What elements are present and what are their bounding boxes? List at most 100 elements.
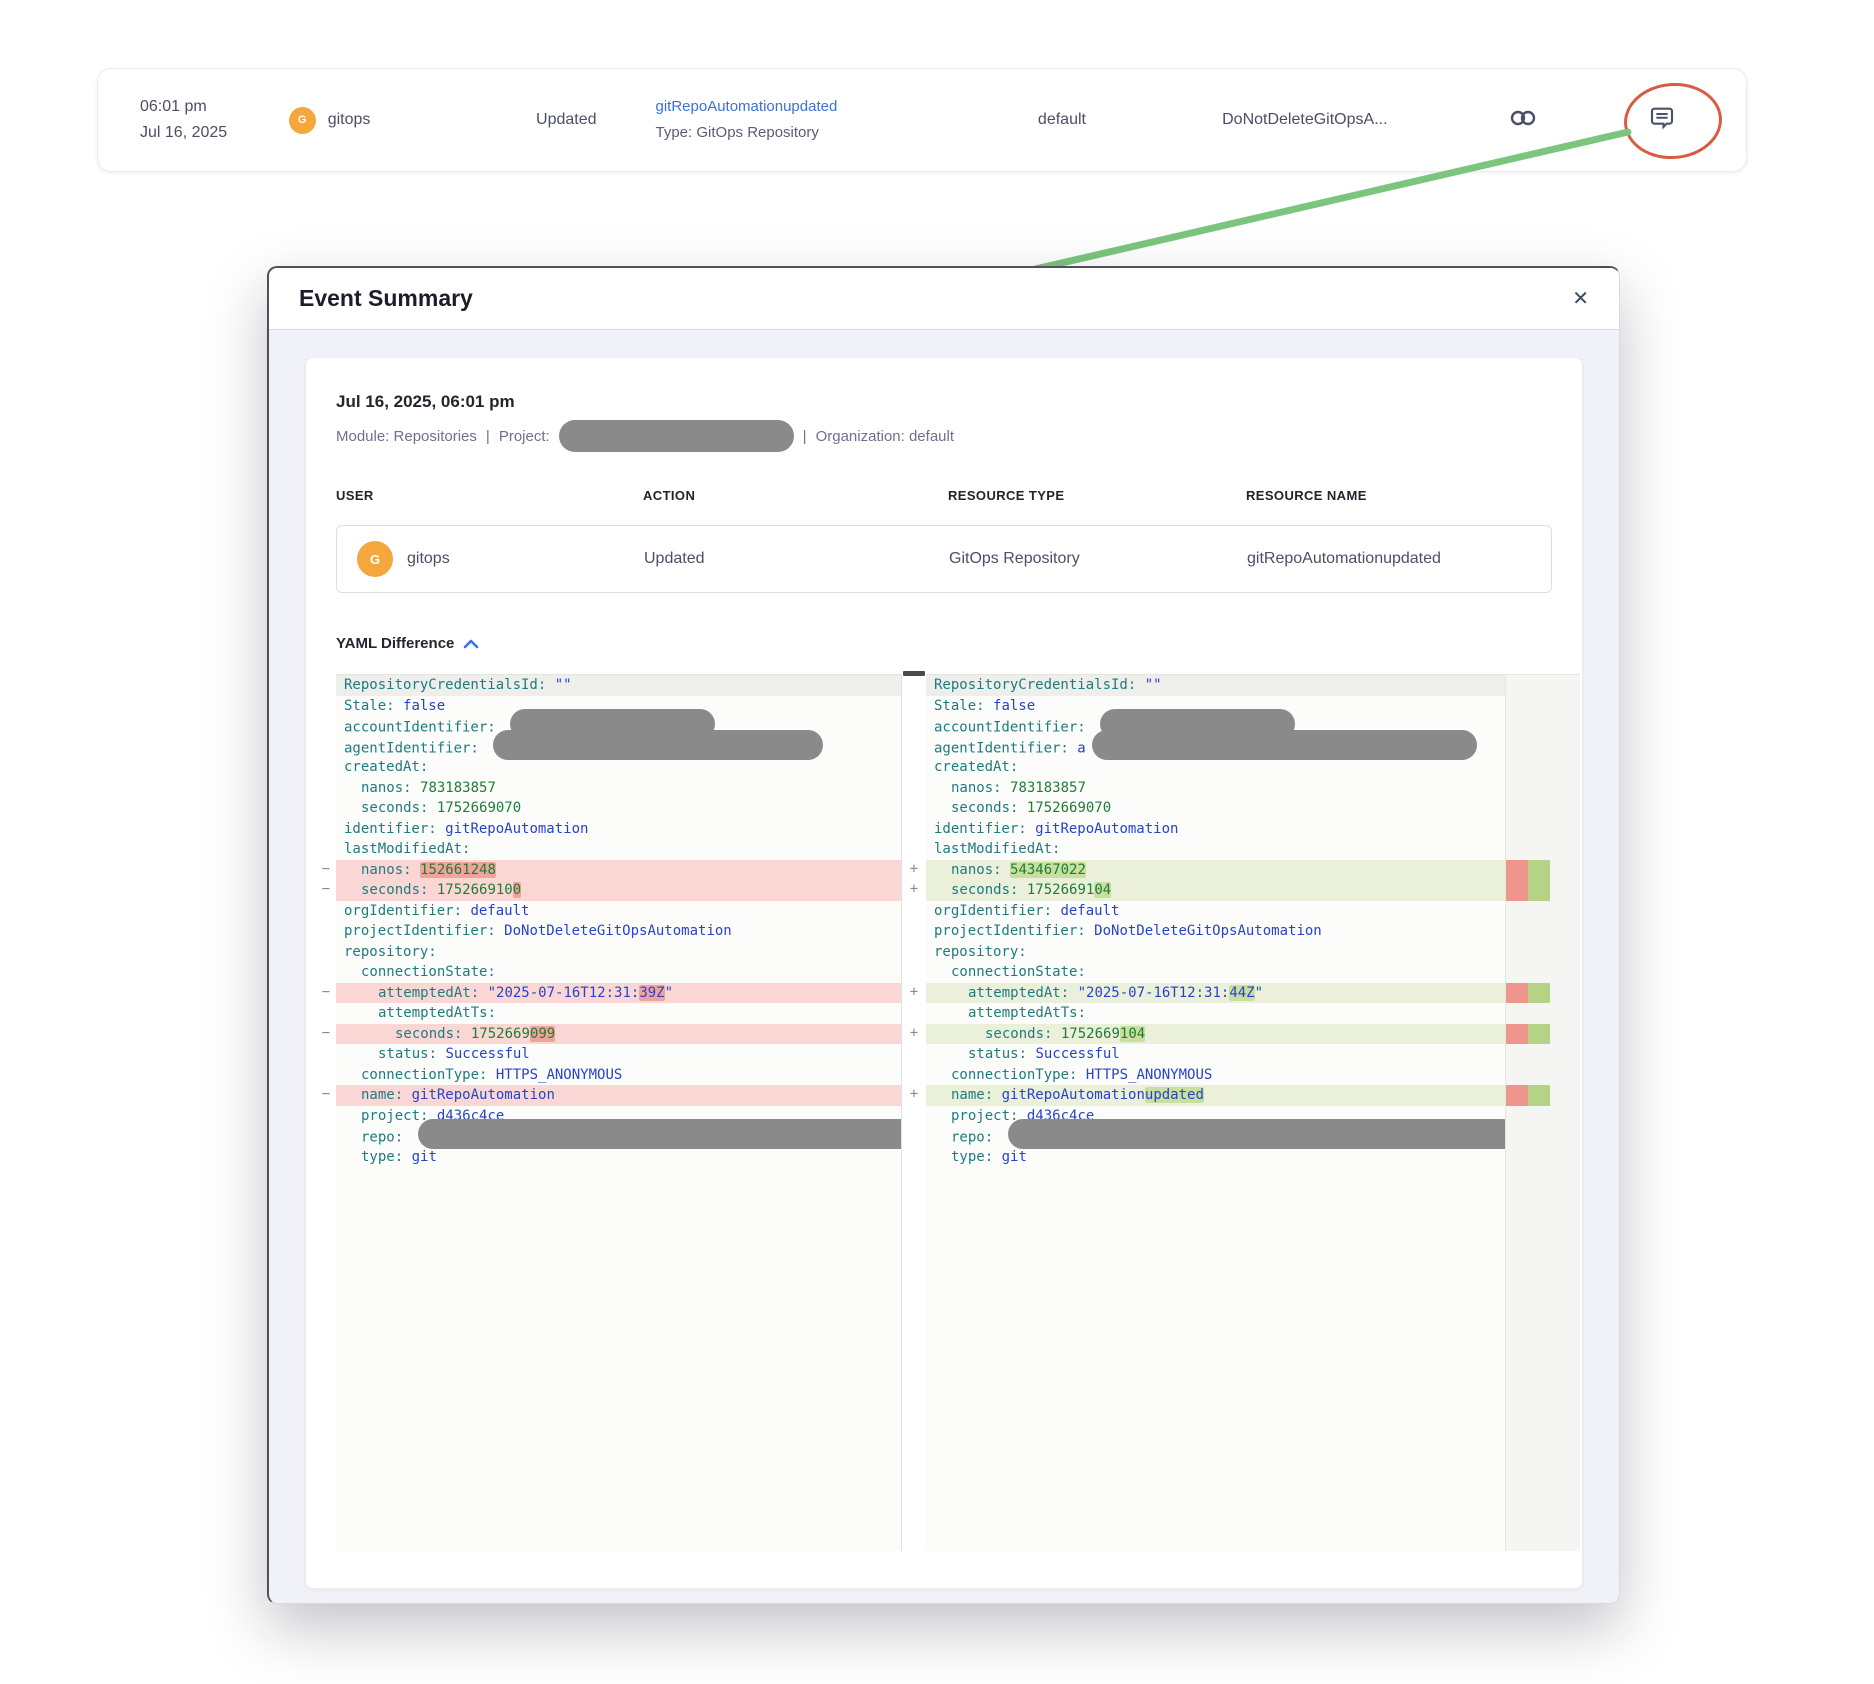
minimap-row [1506, 1044, 1552, 1065]
diff-line: lastModifiedAt: [336, 839, 901, 860]
minimap-row [1506, 737, 1552, 758]
yaml-diff-viewer: −−−−− RepositoryCredentialsId: ""Stale: … [316, 674, 1576, 1551]
minimap-row [1506, 839, 1552, 860]
diff-line-marker [902, 1105, 926, 1126]
diff-line: RepositoryCredentialsId: "" [926, 675, 1505, 696]
event-detail-card: Jul 16, 2025, 06:01 pm Module: Repositor… [305, 357, 1583, 1589]
diff-line-marker: + [902, 982, 926, 1003]
diff-line-marker [316, 900, 336, 921]
resource-name-link[interactable]: gitRepoAutomationupdated [656, 94, 983, 120]
minimap-row [1506, 1065, 1552, 1086]
diff-line-marker [902, 756, 926, 777]
diff-line-marker: − [316, 859, 336, 880]
diff-line-marker [902, 1146, 926, 1167]
minimap-row [1506, 716, 1552, 737]
col-header-resource-name: RESOURCE NAME [1246, 488, 1552, 503]
diff-line: seconds: 1752669104 [926, 1024, 1505, 1045]
diff-line: lastModifiedAt: [926, 839, 1505, 860]
diff-line-marker [902, 1125, 926, 1146]
diff-line-marker [316, 715, 336, 736]
row-resource-name: gitRepoAutomationupdated [1247, 550, 1551, 568]
user-name: gitops [328, 111, 371, 129]
diff-line-marker [902, 900, 926, 921]
redacted-value-pill [1092, 730, 1477, 760]
diff-line: orgIdentifier: default [926, 901, 1505, 922]
diff-line: repo: [926, 1126, 1505, 1147]
diff-line: repository: [336, 942, 901, 963]
diff-line: RepositoryCredentialsId: "" [336, 675, 901, 696]
modal-header: Event Summary ✕ [269, 268, 1619, 330]
minimap-row [1506, 880, 1552, 901]
minimap-row [1506, 1147, 1552, 1168]
minimap-row [1506, 819, 1552, 840]
col-header-action: ACTION [643, 488, 948, 503]
diff-line: nanos: 152661248 [336, 860, 901, 881]
diff-line: connectionType: HTTPS_ANONYMOUS [336, 1065, 901, 1086]
diff-line-marker [902, 1043, 926, 1064]
diff-line-marker: − [316, 982, 336, 1003]
diff-line: status: Successful [926, 1044, 1505, 1065]
diff-line: seconds: 1752669104 [926, 880, 1505, 901]
diff-line-marker [316, 777, 336, 798]
minimap-row [1506, 1126, 1552, 1147]
row-resource-type: GitOps Repository [949, 550, 1247, 568]
event-summary-note-icon[interactable] [1647, 103, 1677, 138]
diff-line: seconds: 1752669070 [336, 798, 901, 819]
summary-table-row: G gitops Updated GitOps Repository gitRe… [336, 525, 1552, 593]
diff-line: identifier: gitRepoAutomation [926, 819, 1505, 840]
diff-line: name: gitRepoAutomationupdated [926, 1085, 1505, 1106]
minimap-row [1506, 1024, 1552, 1045]
row-user-cell: G gitops [337, 541, 644, 577]
close-icon[interactable]: ✕ [1572, 289, 1589, 309]
diff-line-marker [902, 797, 926, 818]
diff-line-marker [316, 695, 336, 716]
diff-line-marker [902, 695, 926, 716]
diff-line: projectIdentifier: DoNotDeleteGitOpsAuto… [336, 921, 901, 942]
diff-line-marker [902, 920, 926, 941]
diff-line-marker: + [902, 1023, 926, 1044]
chevron-up-icon[interactable] [463, 639, 479, 649]
minimap-row [1506, 696, 1552, 717]
diff-line-marker: + [902, 1084, 926, 1105]
event-time: 06:01 pm [140, 94, 289, 120]
minimap-row [1506, 1003, 1552, 1024]
diff-line-marker [902, 777, 926, 798]
minimap-row [1506, 983, 1552, 1004]
yaml-difference-label: YAML Difference [336, 635, 454, 652]
event-summary-modal: Event Summary ✕ Jul 16, 2025, 06:01 pm M… [267, 266, 1620, 1604]
diff-line: agentIdentifier: [336, 737, 901, 758]
diff-line: orgIdentifier: default [336, 901, 901, 922]
diff-resize-handle[interactable] [903, 671, 925, 676]
minimap-row [1506, 901, 1552, 922]
diff-line: type: git [336, 1147, 901, 1168]
redacted-value-pill [418, 1119, 901, 1149]
summary-table-headers: USER ACTION RESOURCE TYPE RESOURCE NAME [336, 488, 1552, 503]
diff-line-marker [316, 1105, 336, 1126]
chain-link-icon[interactable] [1508, 107, 1538, 134]
diff-line: createdAt: [336, 757, 901, 778]
diff-line-marker: − [316, 1023, 336, 1044]
diff-line-marker [902, 674, 926, 695]
audit-log-row[interactable]: 06:01 pm Jul 16, 2025 G gitops Updated g… [97, 68, 1747, 172]
diff-line: seconds: 1752669070 [926, 798, 1505, 819]
diff-line-marker [902, 961, 926, 982]
diff-line: nanos: 783183857 [336, 778, 901, 799]
avatar: G [357, 541, 393, 577]
event-time-date: 06:01 pm Jul 16, 2025 [140, 94, 289, 146]
diff-line: name: gitRepoAutomation [336, 1085, 901, 1106]
diff-line: repository: [926, 942, 1505, 963]
diff-line: attemptedAtTs: [926, 1003, 1505, 1024]
diff-line: seconds: 1752669099 [336, 1024, 901, 1045]
diff-line: connectionState: [926, 962, 1505, 983]
diff-line-marker [316, 920, 336, 941]
redacted-project-pill [559, 420, 794, 452]
col-header-resource-type: RESOURCE TYPE [948, 488, 1246, 503]
diff-line-marker: + [902, 879, 926, 900]
diff-line: repo: [336, 1126, 901, 1147]
diff-line-marker [316, 736, 336, 757]
diff-scrollbar-strip[interactable] [1552, 674, 1580, 1551]
resource-type-text: Type: GitOps Repository [656, 120, 983, 146]
resource-cell: gitRepoAutomationupdated Type: GitOps Re… [656, 94, 983, 146]
diff-left-gutter: −−−−− [316, 674, 336, 1551]
diff-line-marker [316, 1064, 336, 1085]
